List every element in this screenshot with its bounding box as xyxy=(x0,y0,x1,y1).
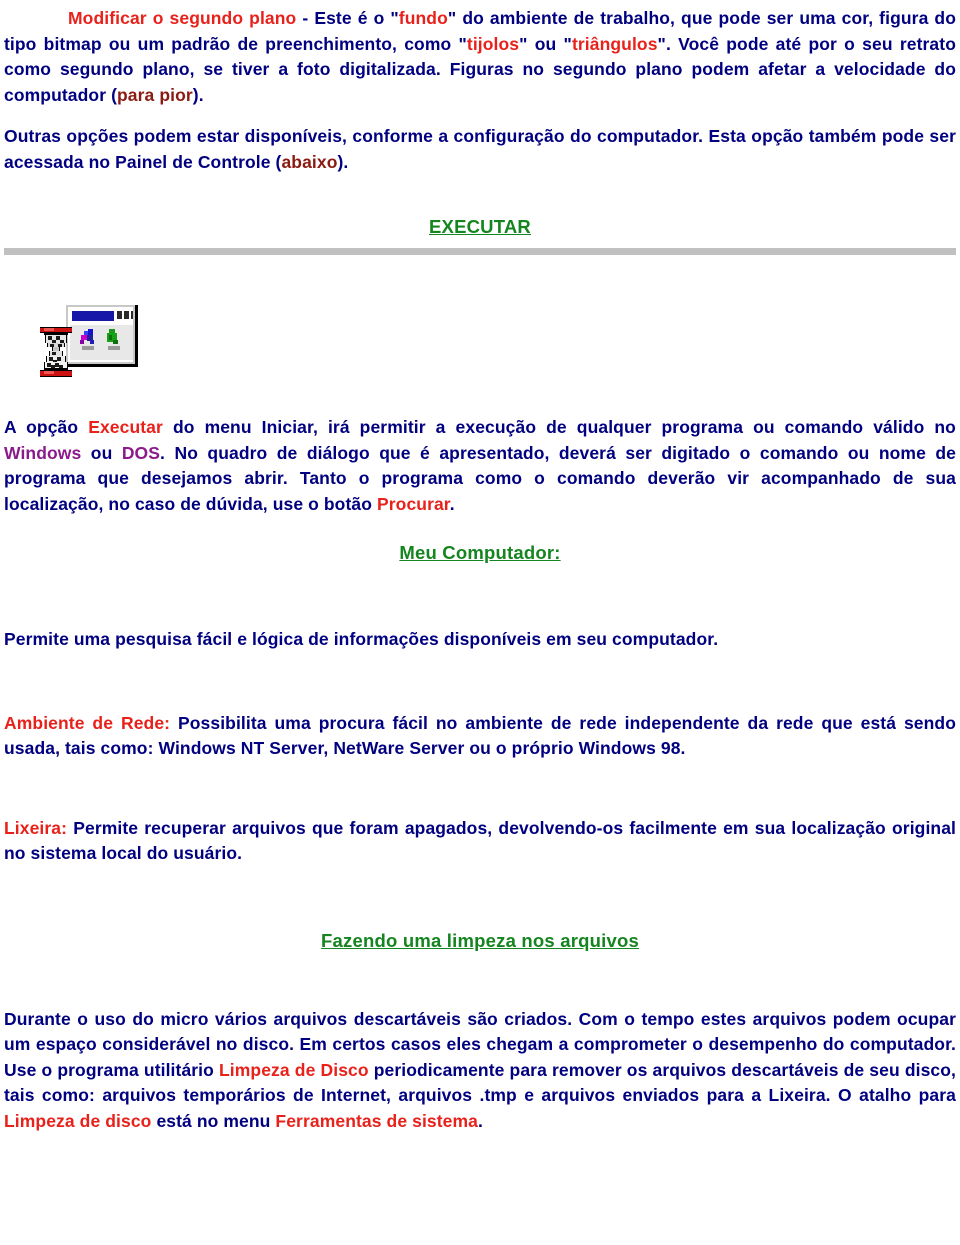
red-term-limpeza-de-disco-1: Limpeza de Disco xyxy=(219,1059,369,1080)
paragraph-executar-descricao: A opção Executar do menu Iniciar, irá pe… xyxy=(4,415,956,517)
red-term-executar: Executar xyxy=(88,417,163,437)
lead-term-modificar: Modificar o segundo plano xyxy=(68,8,297,28)
red-term-limpeza-de-disco-2: Limpeza de disco xyxy=(4,1110,152,1131)
paragraph-ambiente-de-rede: Ambiente de Rede: Possibilita uma procur… xyxy=(4,711,956,762)
paragraph-meu-computador-descricao: Permite uma pesquisa fácil e lógica de i… xyxy=(4,629,719,649)
purple-term-windows: Windows xyxy=(4,442,82,463)
text-limpeza-tail: . xyxy=(478,1110,483,1131)
text-executar-tail: . xyxy=(449,493,455,514)
text-executar-1: A opção xyxy=(4,417,89,437)
text-limpeza-3: está no menu xyxy=(151,1110,276,1131)
quoted-term-triangulos: triângulos xyxy=(571,33,658,54)
run-dialog-hourglass-icon xyxy=(30,299,150,397)
paragraph-lixeira: Lixeira: Permite recuperar arquivos que … xyxy=(4,816,956,867)
heading-executar: EXECUTAR xyxy=(429,216,531,237)
text-outras-opcoes: Outras opções podem estar disponíveis, c… xyxy=(4,126,956,172)
paragraph-limpeza-descricao: Durante o uso do micro vários arquivos d… xyxy=(4,1007,956,1135)
horizontal-rule-divider xyxy=(4,248,956,255)
purple-term-dos: DOS xyxy=(121,442,161,463)
heading-fazendo-limpeza: Fazendo uma limpeza nos arquivos xyxy=(321,929,639,951)
maroon-term-abaixo: abaixo xyxy=(281,151,338,172)
text-mid-2: " ou " xyxy=(519,33,572,54)
run-dialog-hourglass-icon-svg xyxy=(40,305,138,377)
red-term-ferramentas-de-sistema: Ferramentas de sistema xyxy=(275,1110,479,1131)
text-after-lead: - Este é o " xyxy=(296,8,399,28)
red-label-ambiente-de-rede: Ambiente de Rede: xyxy=(4,712,171,733)
red-label-lixeira: Lixeira: xyxy=(4,817,68,838)
paragraph-modificar-segundo-plano: Modificar o segundo plano - Este é o "fu… xyxy=(4,6,956,108)
red-term-procurar: Procurar xyxy=(376,493,450,514)
text-tail-1: ). xyxy=(192,84,204,105)
text-tail-2: ). xyxy=(337,151,349,172)
paragraph-outras-opcoes: Outras opções podem estar disponíveis, c… xyxy=(4,124,956,175)
quoted-term-fundo: fundo xyxy=(398,8,448,28)
text-lixeira: Permite recuperar arquivos que foram apa… xyxy=(4,817,956,864)
quoted-term-tijolos: tijolos xyxy=(466,33,520,54)
document-body: Modificar o segundo plano - Este é o "fu… xyxy=(0,0,960,1134)
maroon-term-para-pior: para pior xyxy=(117,84,193,105)
text-executar-2: do menu Iniciar, irá permitir a execução… xyxy=(162,417,956,437)
text-executar-3: ou xyxy=(81,442,122,463)
heading-meu-computador: Meu Computador: xyxy=(399,542,561,563)
document-page: Modificar o segundo plano - Este é o "fu… xyxy=(0,0,960,1245)
heading-limpeza-wrap: Fazendo uma limpeza nos arquivos xyxy=(4,929,956,953)
